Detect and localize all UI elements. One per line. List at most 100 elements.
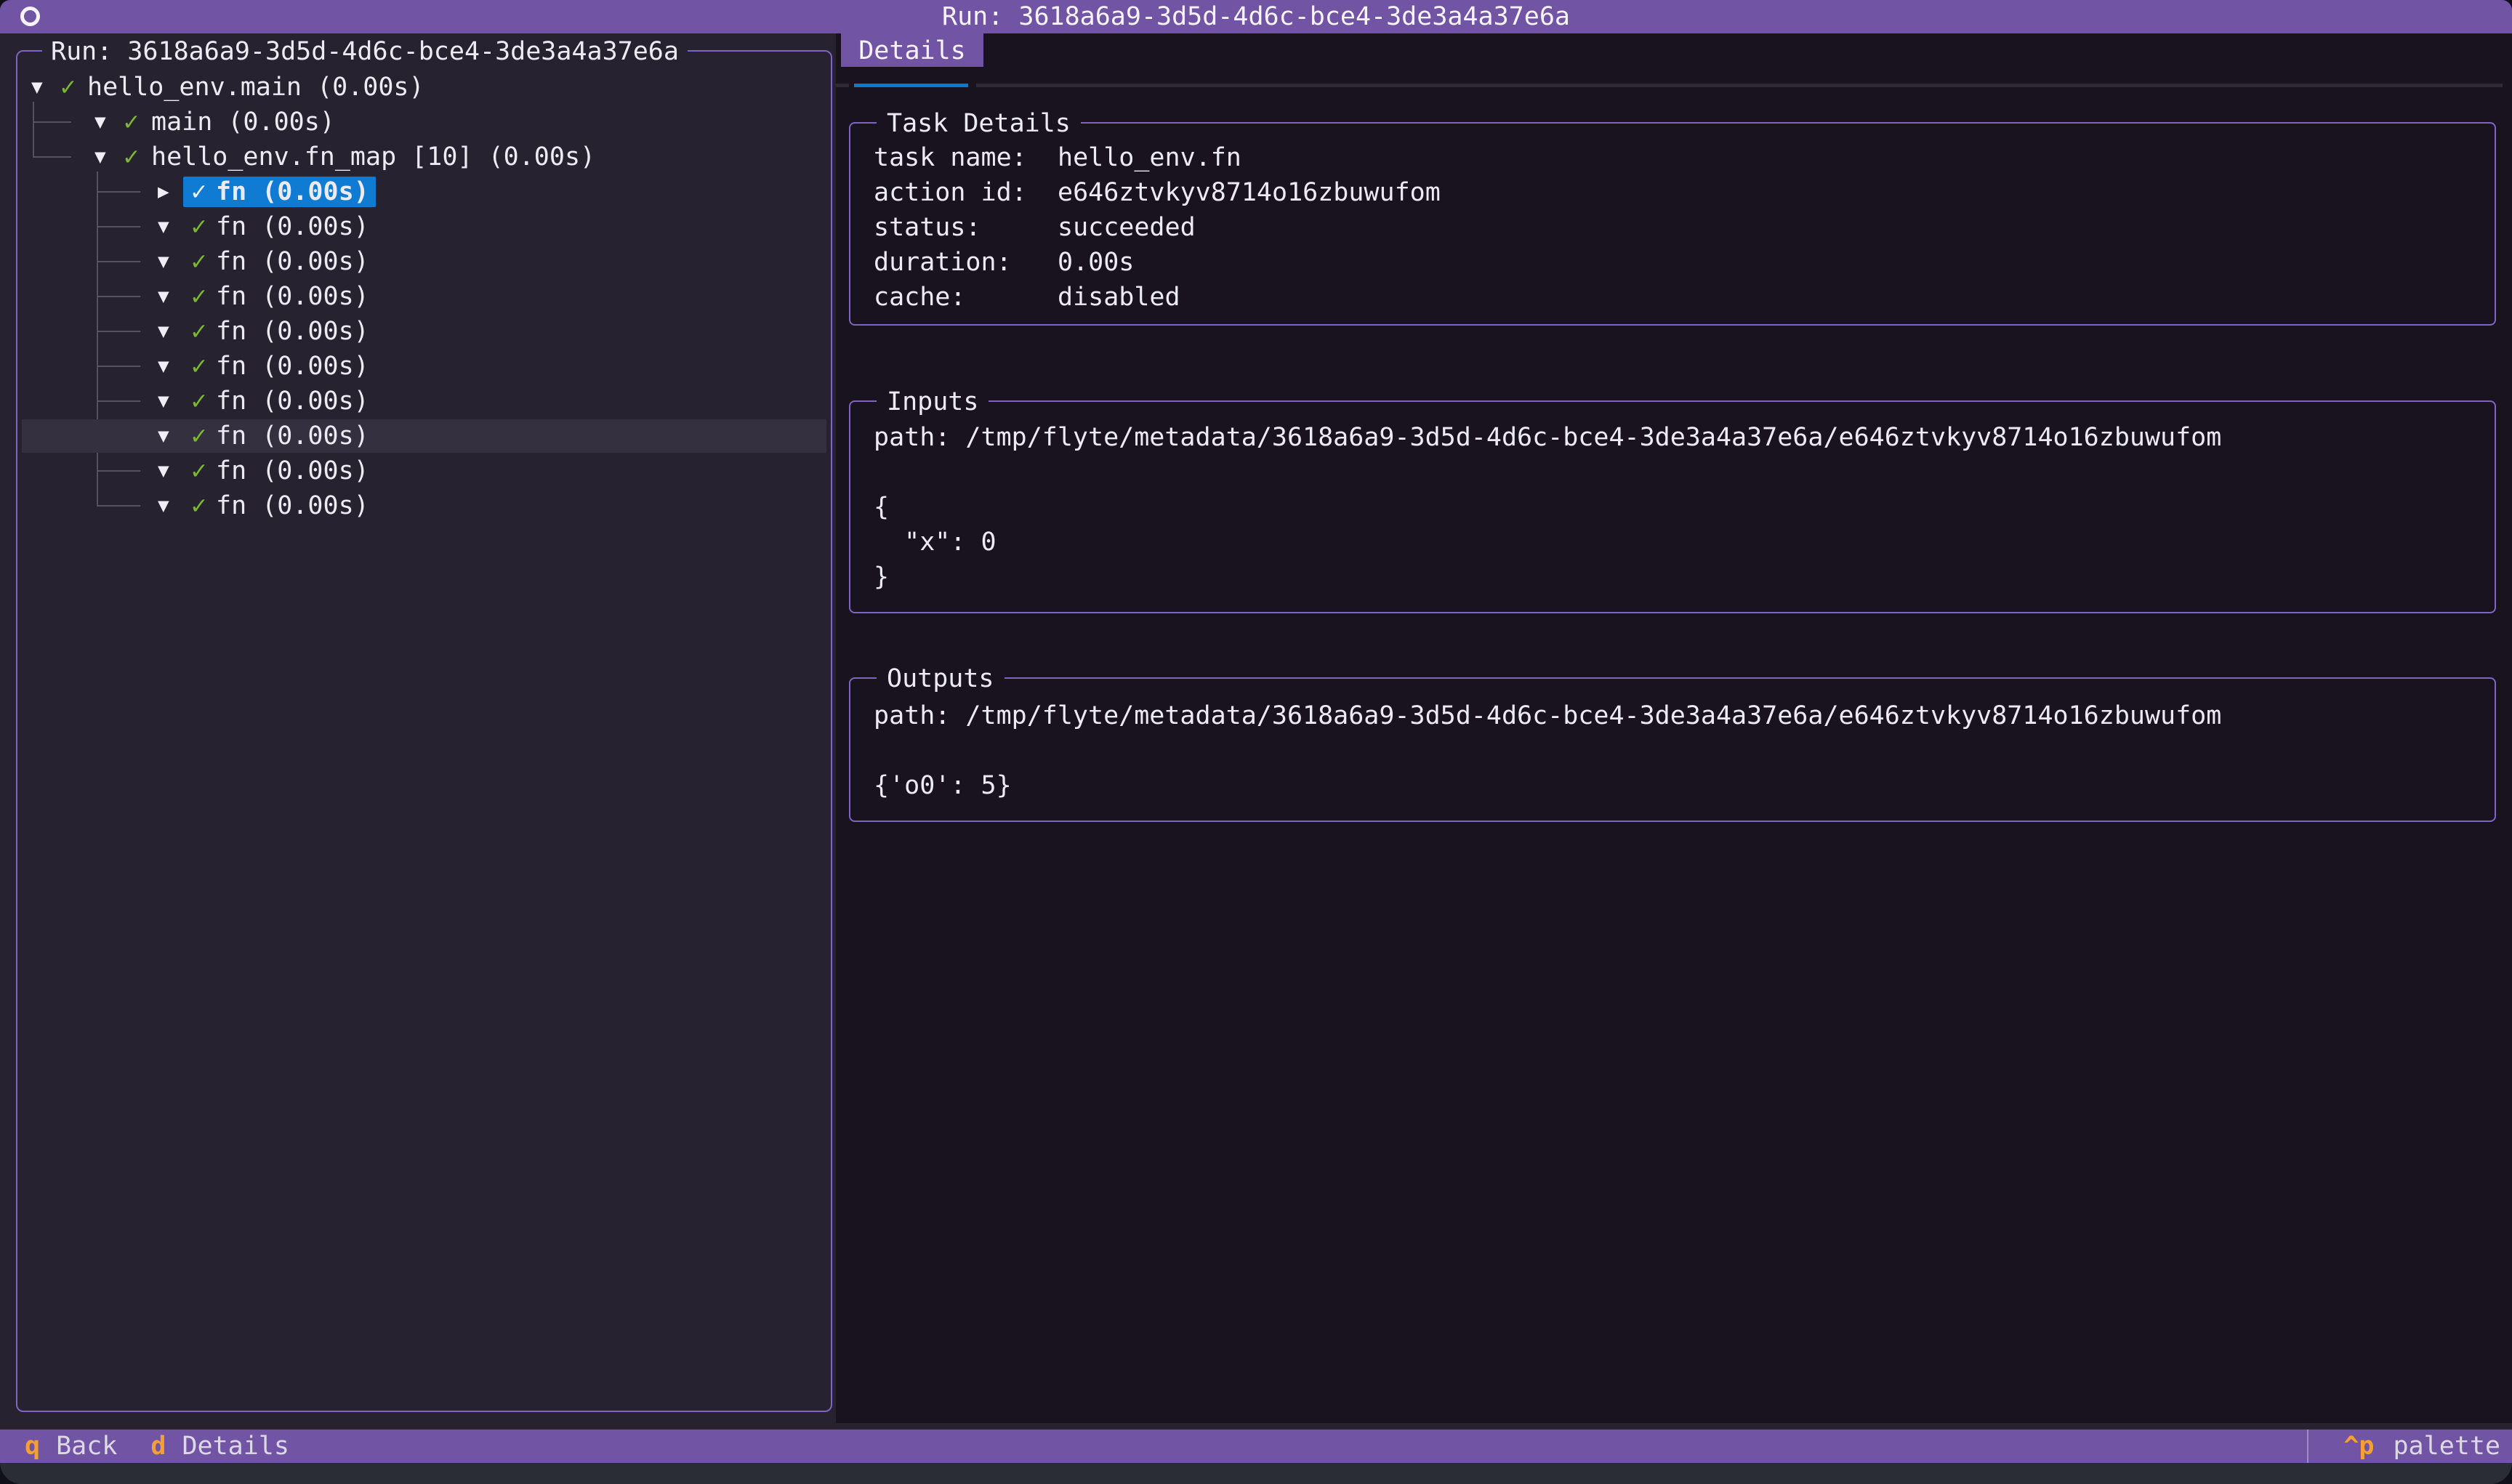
tree-node-label: fn (0.00s) [216, 384, 369, 419]
detail-value: succeeded [1058, 213, 1196, 242]
tree-node-fn-6[interactable]: ▼ ✓ fn (0.00s) [17, 349, 831, 384]
chevron-down-icon[interactable]: ▼ [158, 209, 182, 244]
tree-node-hello_env.fn_map[interactable]: ▼✓ hello_env.fn_map [10] (0.00s) [17, 140, 831, 174]
task-detail-row: action id:e646ztvkyv8714o16zbuwufom [874, 175, 2480, 210]
tree-node-label: fn (0.00s) [216, 419, 369, 453]
success-check-icon: ✓ [191, 279, 206, 314]
title-bar: Run: 3618a6a9-3d5d-4d6c-bce4-3de3a4a37e6… [0, 0, 2512, 33]
inputs-content: path: /tmp/flyte/metadata/3618a6a9-3d5d-… [874, 420, 2480, 594]
tree-node-fn-1[interactable]: ▶✓fn (0.00s) [17, 174, 831, 209]
keybinding-details[interactable]: d Details [150, 1429, 289, 1464]
tree-node-label: fn (0.00s) [216, 209, 369, 244]
success-check-icon: ✓ [191, 349, 206, 384]
tree-node-label: hello_env.main (0.00s) [87, 70, 424, 105]
tab-active-indicator [854, 84, 968, 87]
tree-node-label: fn (0.00s) [216, 488, 369, 523]
terminal-window: Run: 3618a6a9-3d5d-4d6c-bce4-3de3a4a37e6… [0, 0, 2512, 1484]
outputs-line: path: /tmp/flyte/metadata/3618a6a9-3d5d-… [874, 698, 2480, 733]
key-hint: q [25, 1429, 40, 1464]
tree-node-label: fn (0.00s) [216, 453, 369, 488]
task-details-box: Task Details task name:hello_env.fnactio… [849, 122, 2496, 326]
tab-rule-left [836, 84, 849, 87]
tree-node-hello_env.main[interactable]: ▼✓ hello_env.main (0.00s) [17, 70, 831, 105]
chevron-down-icon[interactable]: ▼ [94, 140, 119, 174]
chevron-down-icon[interactable]: ▼ [158, 314, 182, 349]
palette-hint[interactable]: ^p palette [2307, 1429, 2500, 1464]
success-check-icon: ✓ [191, 419, 206, 453]
success-check-icon: ✓ [124, 105, 139, 140]
run-tree-title: Run: 3618a6a9-3d5d-4d6c-bce4-3de3a4a37e6… [42, 34, 688, 69]
outputs-line: {'o0': 5} [874, 768, 2480, 803]
success-check-icon: ✓ [191, 314, 206, 349]
detail-label: action id: [874, 175, 1058, 210]
tree-node-label: hello_env.fn_map [10] (0.00s) [151, 140, 595, 174]
chevron-down-icon[interactable]: ▼ [158, 349, 182, 384]
success-check-icon: ✓ [191, 453, 206, 488]
success-check-icon: ✓ [60, 70, 76, 105]
chevron-down-icon[interactable]: ▼ [31, 70, 56, 105]
tree-node-fn-5[interactable]: ▼ ✓ fn (0.00s) [17, 314, 831, 349]
run-title: Run: 3618a6a9-3d5d-4d6c-bce4-3de3a4a37e6… [0, 0, 2512, 34]
key-hint: d [150, 1429, 166, 1464]
chevron-down-icon[interactable]: ▼ [158, 279, 182, 314]
detail-label: cache: [874, 280, 1058, 315]
tree-node-label: fn (0.00s) [216, 279, 369, 314]
detail-value: 0.00s [1058, 248, 1134, 277]
success-check-icon: ✓ [124, 140, 139, 174]
detail-value: e646ztvkyv8714o16zbuwufom [1058, 178, 1441, 207]
detail-label: status: [874, 210, 1058, 245]
outputs-title: Outputs [877, 661, 1005, 696]
chevron-down-icon[interactable]: ▼ [158, 384, 182, 419]
outputs-line [874, 733, 2480, 768]
tree-node-label: fn (0.00s) [216, 349, 369, 384]
chevron-down-icon[interactable]: ▼ [158, 488, 182, 523]
success-check-icon: ✓ [191, 384, 206, 419]
tree-node-fn-9[interactable]: ▼ ✓ fn (0.00s) [17, 453, 831, 488]
run-tree-panel: Run: 3618a6a9-3d5d-4d6c-bce4-3de3a4a37e6… [16, 50, 832, 1412]
tree-node-label: fn (0.00s) [216, 314, 369, 349]
palette-key: ^p [2343, 1429, 2374, 1464]
key-action-label: Back [56, 1429, 117, 1464]
tree-node-fn-8[interactable]: ▼ ✓ fn (0.00s) [17, 419, 831, 453]
keybinding-back[interactable]: q Back [25, 1429, 117, 1464]
detail-value: hello_env.fn [1058, 143, 1241, 172]
inputs-line [874, 455, 2480, 490]
inputs-line: { [874, 490, 2480, 525]
inputs-line: path: /tmp/flyte/metadata/3618a6a9-3d5d-… [874, 420, 2480, 455]
status-bar: q Backd Details ^p palette [0, 1429, 2512, 1463]
tab-rule [976, 84, 2503, 87]
success-check-icon: ✓ [191, 174, 206, 209]
tree-node-fn-4[interactable]: ▼ ✓ fn (0.00s) [17, 279, 831, 314]
success-check-icon: ✓ [191, 244, 206, 279]
tree-node-label: fn (0.00s) [216, 244, 369, 279]
tree-node-fn-7[interactable]: ▼ ✓ fn (0.00s) [17, 384, 831, 419]
cursor-row-highlight [22, 419, 826, 453]
key-action-label: Details [182, 1429, 289, 1464]
chevron-down-icon[interactable]: ▼ [94, 105, 119, 140]
tab-details[interactable]: Details [841, 33, 983, 67]
success-check-icon: ✓ [191, 488, 206, 523]
task-detail-row: duration:0.00s [874, 245, 2480, 280]
detail-value: disabled [1058, 283, 1180, 312]
tree-node-fn-10[interactable]: ▼ ✓ fn (0.00s) [17, 488, 831, 523]
success-check-icon: ✓ [191, 209, 206, 244]
task-details-title: Task Details [877, 106, 1081, 141]
inputs-line: "x": 0 [874, 525, 2480, 560]
chevron-down-icon[interactable]: ▼ [158, 244, 182, 279]
tree-node-label: main (0.00s) [151, 105, 335, 140]
tree-node-main[interactable]: ▼✓ main (0.00s) [17, 105, 831, 140]
keybinding-hints: q Backd Details [25, 1429, 289, 1464]
chevron-down-icon[interactable]: ▼ [158, 453, 182, 488]
tree-node-fn-3[interactable]: ▼ ✓ fn (0.00s) [17, 244, 831, 279]
inputs-box: Inputs path: /tmp/flyte/metadata/3618a6a… [849, 400, 2496, 613]
outputs-content: path: /tmp/flyte/metadata/3618a6a9-3d5d-… [874, 698, 2480, 803]
details-pane: Details Task Details task name:hello_env… [836, 33, 2512, 1423]
task-detail-row: cache:disabled [874, 280, 2480, 315]
tree-node-fn-2[interactable]: ▼ ✓ fn (0.00s) [17, 209, 831, 244]
chevron-down-icon[interactable]: ▼ [158, 419, 182, 453]
task-detail-row: status:succeeded [874, 210, 2480, 245]
task-details-rows: task name:hello_env.fnaction id:e646ztvk… [874, 140, 2480, 315]
chevron-right-icon[interactable]: ▶ [158, 174, 182, 209]
inputs-title: Inputs [877, 384, 989, 419]
task-detail-row: task name:hello_env.fn [874, 140, 2480, 175]
